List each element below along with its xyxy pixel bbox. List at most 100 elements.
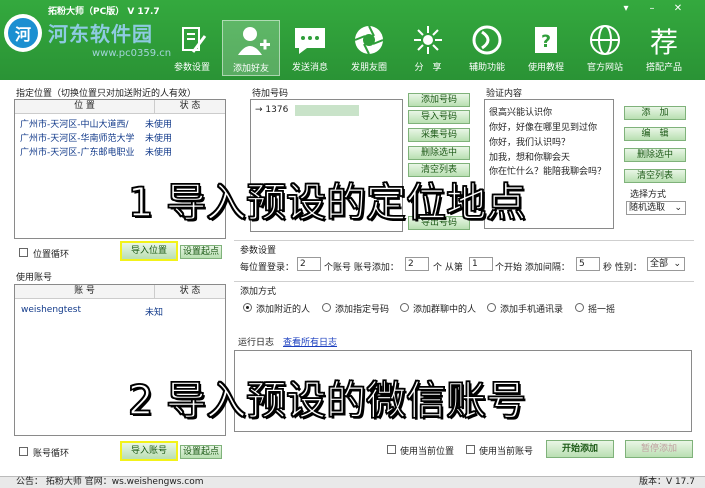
method-radio-contacts[interactable] xyxy=(487,303,496,312)
select-mode-dropdown[interactable]: 随机选取 ⌄ xyxy=(626,201,686,215)
list-item[interactable]: 你好，好像在哪里见到过你 xyxy=(485,120,613,132)
watermark-logo-icon: 河 xyxy=(4,14,42,52)
list-item[interactable]: → 1376 xyxy=(251,105,402,117)
svg-text:荐: 荐 xyxy=(650,26,678,58)
method-label-contacts: 添加手机通讯录 xyxy=(500,305,564,315)
tool-products[interactable]: 荐 搭配产品 xyxy=(635,20,693,76)
method-label-nearby: 添加附近的人 xyxy=(256,305,311,315)
version-text: 版本：V 17.7 xyxy=(638,477,695,487)
gender-select[interactable]: 全部 ⌄ xyxy=(647,257,685,271)
chevron-down-icon: ⌄ xyxy=(674,203,682,213)
globe-icon xyxy=(590,25,620,55)
table-row[interactable]: 广州市-天河区-华南师范大学 未使用 xyxy=(15,131,225,143)
method-label-number: 添加指定号码 xyxy=(335,305,390,315)
use-current-account-checkbox[interactable] xyxy=(466,445,475,454)
account-loop-label: 账号循环 xyxy=(33,449,70,459)
moments-camera-icon xyxy=(354,25,384,55)
import-number-button[interactable]: 导入号码 xyxy=(408,110,470,124)
list-item[interactable]: 加我，想和你聊会天 xyxy=(485,150,613,162)
location-loop-checkbox[interactable] xyxy=(19,248,28,257)
tool-helper[interactable]: 辅助功能 xyxy=(458,20,516,76)
params-section-label: 参数设置 xyxy=(240,246,277,256)
delete-selected-verify-button[interactable]: 删除选中 xyxy=(624,148,686,162)
app-window: 拓粉大师（PC版） V 17.7 ▾ – ✕ 河 河东软件园 www.pc035… xyxy=(0,0,705,488)
location-col-position[interactable]: 位 置 xyxy=(15,100,155,114)
title-bar: 拓粉大师（PC版） V 17.7 ▾ – ✕ xyxy=(0,0,705,18)
annotation-step-1: 1 导入预设的定位地点 xyxy=(127,179,527,227)
delete-selected-number-button[interactable]: 删除选中 xyxy=(408,146,470,160)
select-mode-label: 选择方式 xyxy=(630,190,667,200)
pause-add-button[interactable]: 暂停添加 xyxy=(625,440,693,458)
view-all-logs-link[interactable]: 查看所有日志 xyxy=(283,335,337,348)
location-loop-label: 位置循环 xyxy=(33,250,70,260)
tool-moments[interactable]: 发朋友圈 xyxy=(340,20,398,76)
svg-text:?: ? xyxy=(541,32,551,52)
location-col-status[interactable]: 状 态 xyxy=(155,100,225,114)
use-current-location-checkbox[interactable] xyxy=(387,445,396,454)
tool-website[interactable]: 官方网站 xyxy=(576,20,634,76)
add-number-button[interactable]: 添加号码 xyxy=(408,93,470,107)
clear-verify-list-button[interactable]: 清空列表 xyxy=(624,169,686,183)
status-bar: 公告： 拓粉大师 官网：ws.weishengws.com 版本：V 17.7 xyxy=(0,476,705,488)
login-per-location-label: 每位置登录： xyxy=(240,263,295,273)
method-label-shake: 摇一摇 xyxy=(588,305,616,315)
gender-label: 秒 性别： xyxy=(603,263,642,273)
help-book-icon: ? xyxy=(535,27,557,53)
interval-input[interactable]: 5 xyxy=(576,257,600,271)
edit-verify-button[interactable]: 编 辑 xyxy=(624,127,686,141)
location-section-label: 指定位置（切换位置只对加送附近的人有效） xyxy=(16,89,197,99)
account-loop-checkbox[interactable] xyxy=(19,447,28,456)
login-per-location-input[interactable]: 2 xyxy=(297,257,321,271)
set-account-start-button[interactable]: 设置起点 xyxy=(180,445,222,459)
start-from-input[interactable]: 1 xyxy=(469,257,493,271)
list-item[interactable]: 很高兴能认识你 xyxy=(485,105,613,117)
verify-section-label: 验证内容 xyxy=(486,89,523,99)
close-icon[interactable]: ✕ xyxy=(672,3,684,14)
collect-number-button[interactable]: 采集号码 xyxy=(408,128,470,142)
method-radio-number[interactable] xyxy=(322,303,331,312)
chevron-down-icon: ⌄ xyxy=(673,259,681,269)
share-icon xyxy=(414,26,442,54)
method-radio-group[interactable] xyxy=(400,303,409,312)
helper-icon xyxy=(472,25,502,55)
use-current-location-label: 使用当前位置 xyxy=(400,447,455,457)
list-item[interactable]: 你好，我们认识吗？ xyxy=(485,135,613,147)
settings-edit-icon xyxy=(182,27,207,53)
table-row[interactable]: 广州市-天河区-广东邮电职业 未使用 xyxy=(15,145,225,157)
tool-add-friend[interactable]: 添加好友 xyxy=(222,20,280,76)
method-radio-nearby[interactable] xyxy=(243,303,252,312)
method-section-label: 添加方式 xyxy=(240,287,277,297)
header-bar: 拓粉大师（PC版） V 17.7 ▾ – ✕ 河 河东软件园 www.pc035… xyxy=(0,0,705,80)
tool-tutorial[interactable]: ? 使用教程 xyxy=(517,20,575,76)
use-current-account-label: 使用当前账号 xyxy=(479,447,534,457)
accounts-col-account[interactable]: 账 号 xyxy=(15,285,155,299)
start-add-button[interactable]: 开始添加 xyxy=(546,440,614,458)
interval-label: 个开始 添加间隔： xyxy=(495,263,570,273)
menu-icon[interactable]: ▾ xyxy=(620,3,632,14)
divider xyxy=(234,281,694,282)
set-location-start-button[interactable]: 设置起点 xyxy=(180,245,222,259)
annotation-step-2: 2 导入预设的微信账号 xyxy=(127,377,527,425)
from-label: 个 从第 xyxy=(433,263,463,273)
accounts-section-label: 使用账号 xyxy=(16,273,53,283)
method-radio-shake[interactable] xyxy=(575,303,584,312)
tool-send-message[interactable]: 发送消息 xyxy=(281,20,339,76)
add-verify-button[interactable]: 添 加 xyxy=(624,106,686,120)
table-row[interactable]: 广州市-天河区-中山大道西/未使用 xyxy=(15,117,225,129)
tool-share[interactable]: 分 享 xyxy=(399,20,457,76)
table-row[interactable]: weishengtest 未知 xyxy=(15,305,225,317)
import-account-button[interactable]: 导入账号 xyxy=(120,441,178,461)
numbers-section-label: 待加号码 xyxy=(252,89,289,99)
tool-settings[interactable]: 参数设置 xyxy=(163,20,221,76)
watermark-text: 河东软件园 xyxy=(48,22,153,46)
product-icon: 荐 xyxy=(650,26,678,58)
notice-text: 公告： 拓粉大师 官网：ws.weishengws.com xyxy=(16,477,204,487)
accounts-col-status[interactable]: 状 态 xyxy=(155,285,225,299)
account-add-input[interactable]: 2 xyxy=(405,257,429,271)
watermark-url: www.pc0359.cn xyxy=(92,48,172,59)
chat-icon xyxy=(295,28,325,54)
add-friend-icon xyxy=(238,27,270,55)
import-location-button[interactable]: 导入位置 xyxy=(120,241,178,261)
account-add-label: 个账号 账号添加： xyxy=(324,263,399,273)
minimize-icon[interactable]: – xyxy=(646,3,658,14)
